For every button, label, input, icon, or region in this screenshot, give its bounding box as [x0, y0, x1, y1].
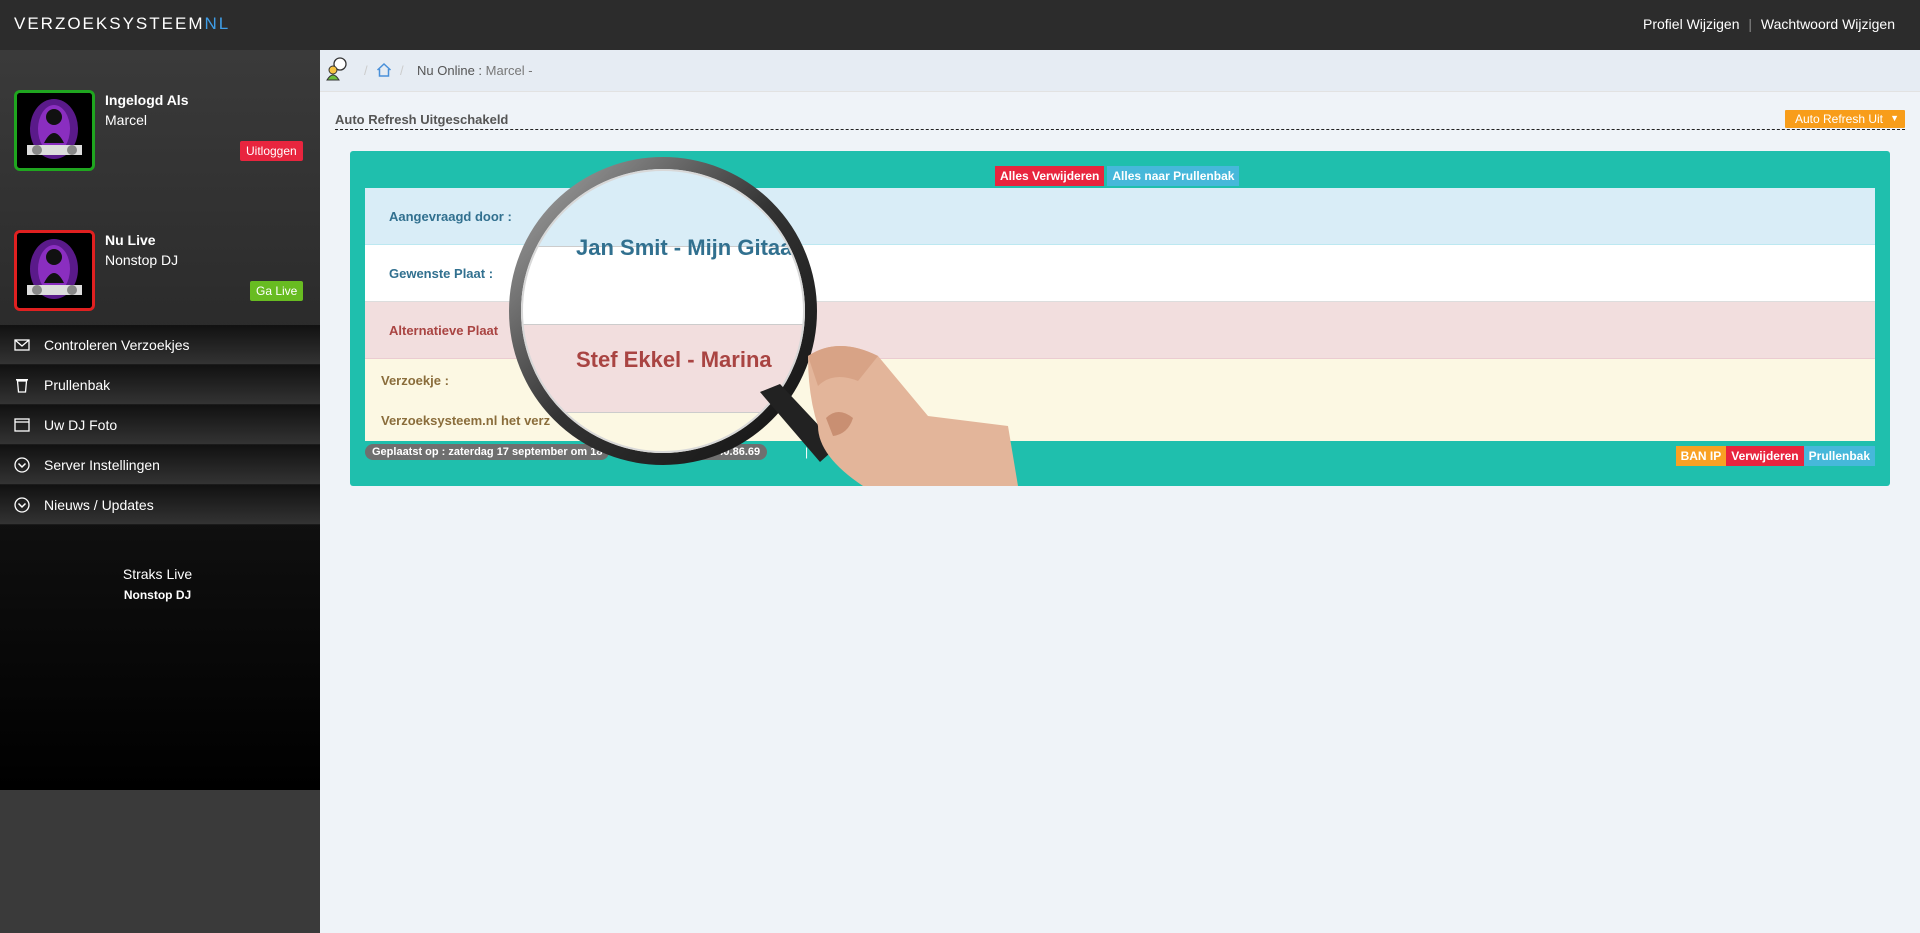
live-dj-name: Nonstop DJ [105, 252, 179, 268]
sidebar-item-label: Prullenbak [44, 377, 111, 393]
message-text: Verzoeksysteem.nl het verz [381, 413, 551, 428]
delete-all-button[interactable]: Alles Verwijderen [995, 166, 1105, 186]
request-card: Aangevraagd door : Gewenste Plaat : Alte… [365, 188, 1875, 441]
sidebar-item-prullenbak[interactable]: Prullenbak [0, 365, 320, 405]
envelope-icon [14, 339, 30, 351]
all-to-trash-button[interactable]: Alles naar Prullenbak [1107, 166, 1240, 186]
bulk-actions: Alles Verwijderen Alles naar Prullenbak [995, 166, 1240, 186]
request-meta: Geplaatst op : zaterdag 17 september om … [365, 444, 1875, 466]
request-panel: Alles Verwijderen Alles naar Prullenbak A… [350, 151, 1890, 486]
logged-in-name: Marcel [105, 112, 148, 128]
brand-suffix-text: NL [204, 14, 231, 33]
sidebar: Ingelogd Als Marcel Uitloggen Nu Live No… [0, 50, 320, 933]
live-profile: Nu Live Nonstop DJ Ga Live [14, 230, 314, 314]
alternative-record-label: Alternatieve Plaat [389, 323, 499, 338]
window-icon [14, 418, 30, 432]
sidebar-item-nieuws[interactable]: Nieuws / Updates [0, 485, 320, 525]
email-text: info@ve [820, 445, 864, 457]
ip-badge: 3.240.86.69 [695, 444, 768, 460]
posted-date-badge: Geplaatst op : zaterdag 17 september om … [365, 444, 610, 460]
dj-avatar-image [17, 93, 92, 168]
sidebar-item-controleren[interactable]: Controleren Verzoekjes [0, 325, 320, 365]
users-online-icon [326, 57, 347, 81]
live-dj-avatar-image [17, 233, 92, 308]
chevron-circle-icon [14, 497, 30, 513]
logout-button[interactable]: Uitloggen [240, 141, 303, 161]
trash-button[interactable]: Prullenbak [1803, 446, 1875, 466]
page-header: Auto Refresh Uitgeschakeld Auto Refresh … [335, 110, 1905, 130]
sidebar-item-label: Server Instellingen [44, 457, 160, 473]
live-dj-avatar [14, 230, 95, 311]
breadcrumb: / / Nu Online : Marcel - [320, 50, 1920, 92]
live-title: Nu Live [105, 232, 156, 248]
request-actions: BAN IP Verwijderen Prullenbak [1675, 446, 1875, 466]
home-icon[interactable] [376, 62, 392, 78]
sidebar-menu: Controleren Verzoekjes Prullenbak Uw DJ … [0, 325, 320, 525]
user-links: Profiel Wijzigen | Wachtwoord Wijzigen [1643, 16, 1895, 32]
upcoming-title: Straks Live [122, 566, 193, 582]
ban-ip-button[interactable]: BAN IP [1675, 446, 1727, 466]
breadcrumb-divider: / [400, 63, 404, 78]
sidebar-item-label: Uw DJ Foto [44, 417, 118, 433]
sidebar-item-server-instellingen[interactable]: Server Instellingen [0, 445, 320, 485]
brand-main-text: VERZOEKSYSTEEM [14, 14, 205, 33]
logged-in-profile: Ingelogd Als Marcel Uitloggen [14, 90, 314, 174]
online-prefix: Nu Online : [417, 63, 486, 78]
link-separator: | [1748, 16, 1753, 32]
meta-separator: | [805, 445, 809, 459]
requested-by-label: Aangevraagd door : [389, 209, 512, 224]
auto-refresh-label: Auto Refresh Uit [1794, 112, 1883, 126]
page-title: Auto Refresh Uitgeschakeld [335, 112, 509, 127]
dj-avatar [14, 90, 95, 171]
message-row: Verzoekje : Verzoeksysteem.nl het verz [365, 359, 1875, 441]
upcoming-dj-name: Nonstop DJ [123, 588, 192, 602]
caret-down-icon: ▼ [1890, 113, 1899, 123]
online-user: Marcel - [485, 63, 533, 78]
password-change-link[interactable]: Wachtwoord Wijzigen [1761, 16, 1895, 32]
alternative-record-row: Alternatieve Plaat [365, 302, 1875, 359]
brand-logo[interactable]: VERZOEKSYSTEEMNL [14, 14, 230, 34]
breadcrumb-divider: / [364, 63, 368, 78]
logged-in-title: Ingelogd Als [105, 92, 189, 108]
chevron-circle-icon [14, 457, 30, 473]
upcoming-live: Straks Live Nonstop DJ [0, 566, 315, 602]
trash-icon [16, 379, 28, 393]
wanted-record-row: Gewenste Plaat : [365, 245, 1875, 302]
top-navbar: VERZOEKSYSTEEMNL Profiel Wijzigen | Wach… [0, 0, 1920, 50]
go-live-button[interactable]: Ga Live [250, 281, 304, 301]
message-label: Verzoekje : [381, 373, 449, 388]
sidebar-item-label: Controleren Verzoekjes [44, 337, 190, 353]
profile-edit-link[interactable]: Profiel Wijzigen [1643, 16, 1739, 32]
sidebar-item-label: Nieuws / Updates [44, 497, 154, 513]
wanted-record-label: Gewenste Plaat : [389, 266, 494, 281]
auto-refresh-button[interactable]: Auto Refresh Uit ▼ [1784, 110, 1905, 128]
requested-by-row: Aangevraagd door : [365, 188, 1875, 245]
delete-button[interactable]: Verwijderen [1726, 446, 1804, 466]
sidebar-item-dj-foto[interactable]: Uw DJ Foto [0, 405, 320, 445]
online-status: Nu Online : Marcel - [417, 63, 533, 78]
